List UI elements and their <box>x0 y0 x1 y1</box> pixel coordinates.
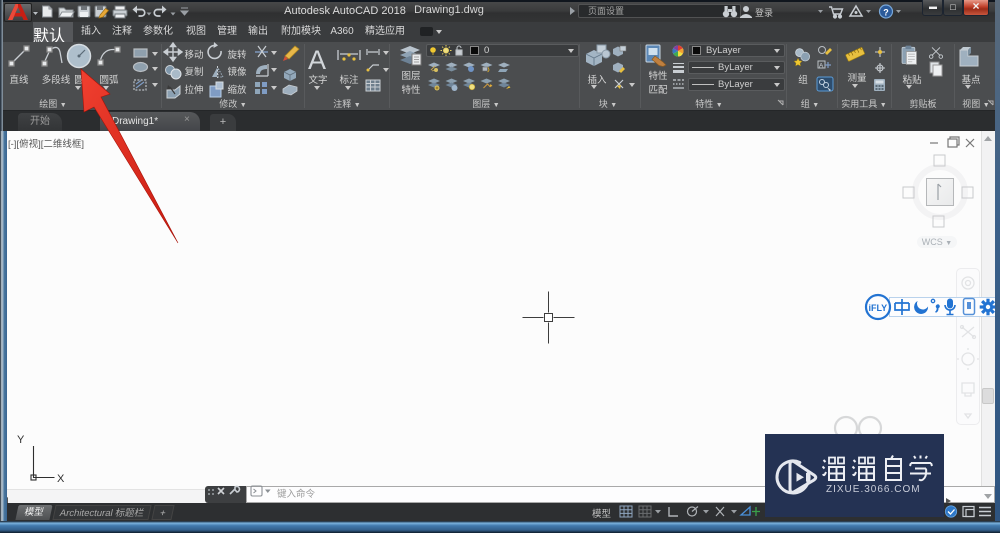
svg-text:Y: Y <box>17 434 25 446</box>
svg-text:iFLY: iFLY <box>869 303 888 313</box>
svg-text:?: ? <box>883 8 889 18</box>
svg-text:A: A <box>308 45 326 75</box>
svg-text:X: X <box>57 473 65 485</box>
svg-text:A: A <box>819 63 824 70</box>
